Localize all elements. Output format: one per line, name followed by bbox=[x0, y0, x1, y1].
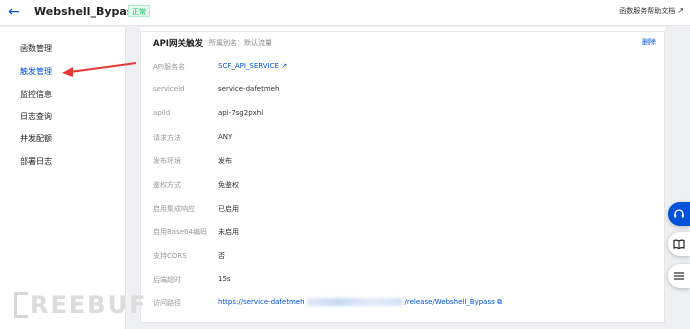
card-title: API网关触发 bbox=[153, 39, 203, 49]
row-label: 启用Base64编码 bbox=[153, 228, 207, 236]
row-value: ANY bbox=[218, 133, 233, 141]
headset-icon bbox=[674, 209, 684, 218]
api-gateway-trigger-card: API网关触发 所属别名：默认流量 删除 API服务名 SCF_API_SERV… bbox=[140, 31, 665, 323]
freebuf-watermark: REEBUF bbox=[14, 291, 147, 319]
book-icon bbox=[673, 239, 685, 250]
sidebar-item-deploy-log[interactable]: 部署日志 bbox=[20, 156, 52, 167]
copy-icon[interactable]: ⧉ bbox=[497, 298, 502, 306]
row-value: 15s bbox=[218, 275, 231, 283]
help-doc-link[interactable]: 函数服务帮助文档 ↗ bbox=[619, 6, 684, 16]
access-path-prefix: https://service-dafetmeh bbox=[218, 298, 305, 306]
card-subtitle: 所属别名：默认流量 bbox=[209, 39, 272, 47]
row-value: 发布 bbox=[218, 157, 232, 165]
arrow-left-icon[interactable]: ← bbox=[4, 3, 24, 21]
row-label: 访问路径 bbox=[153, 299, 181, 307]
delete-button[interactable]: 删除 bbox=[642, 37, 656, 47]
row-label: 后端超时 bbox=[153, 276, 181, 284]
watermark-logo bbox=[14, 292, 28, 318]
row-value: api-7sg2pxhl bbox=[218, 109, 264, 117]
external-link-icon: ↗ bbox=[281, 62, 288, 70]
row-label: 支持CORS bbox=[153, 252, 187, 260]
status-badge: 正常 bbox=[128, 5, 150, 17]
help-doc-label: 函数服务帮助文档 bbox=[619, 7, 676, 15]
list-icon[interactable] bbox=[668, 264, 690, 288]
top-bar: ← Webshell_Bypass 正常 函数服务帮助文档 ↗ bbox=[0, 0, 690, 26]
sidebar-item-monitoring[interactable]: 监控信息 bbox=[20, 89, 52, 100]
list-icon bbox=[674, 272, 684, 280]
row-value: 未启用 bbox=[218, 228, 239, 236]
watermark-text: REEBUF bbox=[30, 291, 148, 319]
book-icon[interactable] bbox=[668, 232, 690, 256]
external-link-icon: ↗ bbox=[677, 6, 684, 15]
row-label: 鉴权方式 bbox=[153, 181, 181, 189]
row-label: 发布环境 bbox=[153, 157, 181, 165]
row-value: 否 bbox=[218, 252, 225, 260]
sidebar-item-concurrency-quota[interactable]: 并发配额 bbox=[20, 133, 52, 144]
function-title: Webshell_Bypass bbox=[34, 5, 140, 18]
redacted-region bbox=[306, 298, 403, 306]
api-service-link[interactable]: SCF_API_SERVICE ↗ bbox=[218, 62, 287, 70]
row-value: service-dafetmeh bbox=[218, 85, 280, 93]
sidebar-item-trigger-management[interactable]: 触发管理 bbox=[20, 66, 52, 77]
sidebar-item-log-query[interactable]: 日志查询 bbox=[20, 111, 52, 122]
row-label: 请求方法 bbox=[153, 134, 181, 142]
access-path-link[interactable]: https://service-dafetmeh/release/Webshel… bbox=[218, 298, 502, 307]
row-value: 已启用 bbox=[218, 205, 239, 213]
sidebar-item-function-management[interactable]: 函数管理 bbox=[20, 43, 52, 54]
sidebar: 函数管理 触发管理 监控信息 日志查询 并发配额 部署日志 bbox=[0, 27, 126, 329]
row-label: 启用集成响应 bbox=[153, 205, 195, 213]
row-label: apiId bbox=[153, 109, 171, 117]
api-service-name: SCF_API_SERVICE bbox=[218, 62, 279, 70]
row-value: 免鉴权 bbox=[218, 181, 239, 189]
headset-icon[interactable] bbox=[668, 202, 690, 226]
row-label: serviceId bbox=[153, 85, 185, 93]
access-path-suffix: /release/Webshell_Bypass bbox=[404, 298, 495, 306]
row-label: API服务名 bbox=[153, 63, 186, 71]
